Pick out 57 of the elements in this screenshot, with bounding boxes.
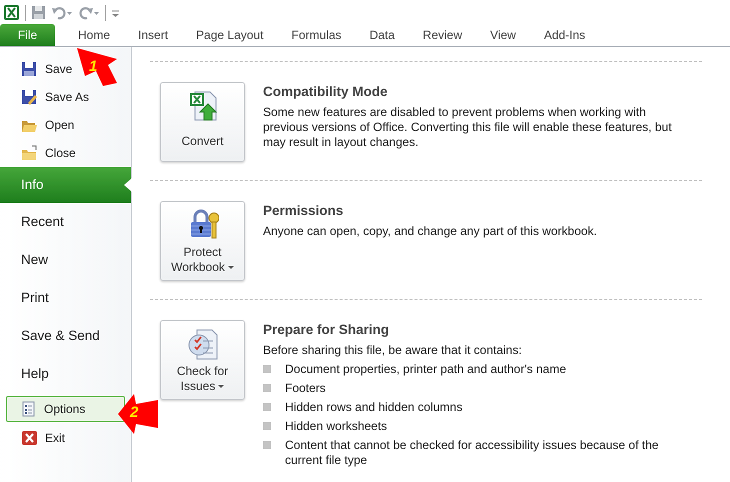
section-action-button[interactable]: Convert <box>160 82 245 162</box>
folder-icon <box>21 145 37 161</box>
bullet-text: Footers <box>285 381 326 396</box>
ribbon-tab[interactable]: Home <box>64 24 124 46</box>
callout-arrow <box>116 392 160 436</box>
ribbon-tab[interactable]: View <box>476 24 530 46</box>
bullet-text: Document properties, printer path and author's name <box>285 362 566 378</box>
ribbon-tab[interactable]: Formulas <box>277 24 356 46</box>
options-document-icon <box>20 401 36 417</box>
menu-item[interactable]: Options <box>6 396 125 422</box>
checklist-magnifier-icon <box>186 327 218 360</box>
callout-number: 1 <box>89 57 98 77</box>
menu-item[interactable]: Save <box>0 55 76 83</box>
section-title: Permissions <box>263 202 344 220</box>
menu-item[interactable]: Exit <box>0 424 68 452</box>
undo-icon[interactable] <box>51 5 73 20</box>
section-action-button[interactable]: Check for Issues <box>160 320 245 400</box>
caret-icon <box>218 385 224 388</box>
menu-item[interactable]: Save As <box>0 83 92 111</box>
section-action-button[interactable]: Protect Workbook <box>160 201 245 281</box>
selection-pointer-icon <box>124 178 132 192</box>
ribbon-tab[interactable]: Add-Ins <box>530 24 600 46</box>
file-tab[interactable]: File <box>0 24 55 46</box>
menu-tab[interactable]: New <box>0 241 131 279</box>
menu-tab[interactable]: Print <box>0 279 131 317</box>
redo-icon[interactable] <box>78 5 100 20</box>
bullet-icon <box>263 422 271 430</box>
ribbon-tab[interactable]: Review <box>408 24 476 46</box>
section-title: Compatibility Mode <box>263 83 388 101</box>
section-description: Before sharing this file, be aware that it contains: <box>263 343 523 358</box>
save-as-icon <box>21 89 37 105</box>
callout-arrow <box>75 47 119 87</box>
ribbon-tab[interactable]: Page Layout <box>182 24 278 46</box>
menu-item[interactable]: Close <box>0 139 79 167</box>
caret-icon <box>228 266 234 270</box>
save-icon <box>21 61 37 77</box>
ribbon-tab[interactable]: Data <box>355 24 409 46</box>
bullet-icon <box>263 403 271 412</box>
menu-tab[interactable]: Info <box>0 167 131 203</box>
callout-number: 2 <box>130 403 138 423</box>
bullet-text: Content that cannot be checked for accessibility issues because of the current file type <box>285 438 660 468</box>
menu-tab[interactable]: Help <box>0 355 131 393</box>
menu-item[interactable]: Open <box>0 111 78 139</box>
menu-tab[interactable]: Recent <box>0 203 131 241</box>
save-icon[interactable] <box>31 5 46 20</box>
bullet-icon <box>263 384 271 392</box>
bullet-icon <box>263 441 271 450</box>
bullet-text: Hidden rows and hidden columns <box>285 400 462 416</box>
menu-tab[interactable]: Save & Send <box>0 317 131 355</box>
close-icon <box>21 430 37 446</box>
section-description: Anyone can open, copy, and change any part of this workbook. <box>263 224 598 240</box>
bullet-text: Hidden worksheets <box>285 419 388 434</box>
ribbon-tab[interactable]: Insert <box>124 24 182 46</box>
section-title: Prepare for Sharing <box>263 321 390 339</box>
spreadsheet-app-icon <box>3 4 20 21</box>
section-description: Some new features are disabled to prevent problems when working with previous versions of Office. Converting this file will enable these features, but may result in layout changes. <box>263 105 673 150</box>
bullet-icon <box>263 365 271 374</box>
